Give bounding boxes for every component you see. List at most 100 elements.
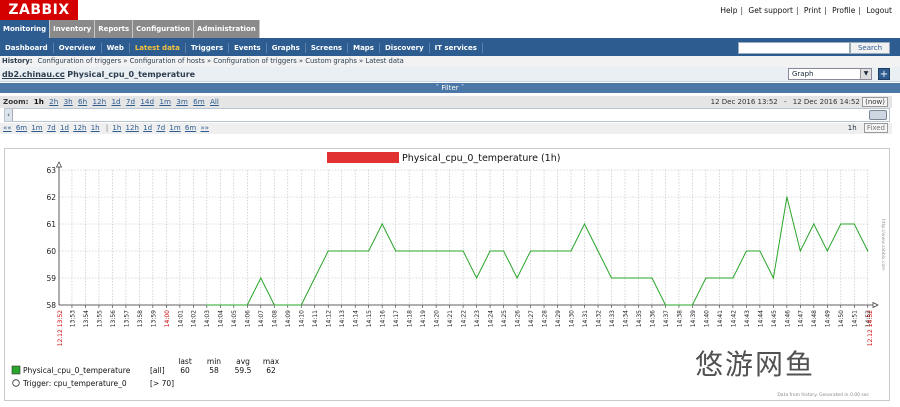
y-tick-label: 63 bbox=[46, 166, 56, 175]
data-point bbox=[341, 250, 343, 252]
data-point bbox=[408, 250, 410, 252]
data-point bbox=[287, 304, 289, 306]
data-point bbox=[691, 304, 694, 306]
x-tick-label: 14:49 bbox=[825, 310, 832, 327]
subnav-graphs[interactable]: Graphs bbox=[267, 43, 306, 53]
x-tick-label: 14:08 bbox=[272, 310, 279, 327]
logout-link[interactable]: Logout bbox=[866, 6, 892, 15]
tab-reports[interactable]: Reports bbox=[95, 20, 134, 39]
zoom-option[interactable]: 6m bbox=[193, 97, 205, 106]
nav-back[interactable]: 12h bbox=[73, 124, 86, 132]
x-tick-label: 14:34 bbox=[622, 310, 629, 327]
zoom-option[interactable]: 3h bbox=[64, 97, 73, 106]
period-navigation: «« 6m 1m 7d 1d 12h 1h | 1h 12h 1d 7d 1m … bbox=[0, 123, 892, 134]
x-tick-label: 14:51 bbox=[852, 310, 859, 327]
data-point bbox=[529, 250, 532, 252]
subnav-maps[interactable]: Maps bbox=[348, 43, 380, 53]
tab-monitoring[interactable]: Monitoring bbox=[0, 20, 51, 39]
get-support-link[interactable]: Get support bbox=[748, 6, 793, 15]
history-item[interactable]: Configuration of hosts bbox=[130, 57, 205, 65]
tab-administration[interactable]: Administration bbox=[194, 20, 260, 39]
print-link[interactable]: Print bbox=[804, 6, 821, 15]
zoom-option[interactable]: 1h bbox=[34, 97, 44, 106]
subnav-web[interactable]: Web bbox=[102, 43, 130, 53]
data-point bbox=[813, 223, 815, 225]
zoom-option[interactable]: 7d bbox=[126, 97, 135, 106]
zoom-option[interactable]: 14d bbox=[140, 97, 154, 106]
legend-item-name: Physical_cpu_0_temperature bbox=[23, 366, 131, 375]
scroll-left-arrow-icon[interactable]: ‹ bbox=[5, 109, 13, 121]
subnav-overview[interactable]: Overview bbox=[54, 43, 102, 53]
subnav-it-services[interactable]: IT services bbox=[430, 43, 483, 53]
subnav-dashboard[interactable]: Dashboard bbox=[0, 43, 54, 53]
series-color-swatch bbox=[11, 365, 21, 375]
nav-forward[interactable]: 12h bbox=[126, 124, 139, 132]
nav-back[interactable]: 1h bbox=[91, 124, 100, 132]
filter-toggle[interactable]: ˇ Filter ˇ bbox=[0, 83, 900, 93]
nav-back[interactable]: 1m bbox=[31, 124, 42, 132]
x-tick-label: 14:22 bbox=[461, 310, 468, 327]
subnav-screens[interactable]: Screens bbox=[306, 43, 349, 53]
tab-inventory[interactable]: Inventory bbox=[50, 20, 96, 39]
nav-forward[interactable]: »» bbox=[200, 124, 209, 132]
history-item[interactable]: Latest data bbox=[365, 57, 403, 65]
y-tick-label: 62 bbox=[46, 193, 56, 202]
zabbix-logo[interactable]: ZABBIX bbox=[0, 0, 78, 20]
nav-forward[interactable]: 7d bbox=[156, 124, 165, 132]
x-tick-label: 14:10 bbox=[299, 310, 306, 327]
timeline-scrollbar[interactable]: ‹ bbox=[4, 108, 890, 122]
now-button[interactable]: (now) bbox=[862, 97, 888, 107]
profile-link[interactable]: Profile bbox=[832, 6, 855, 15]
legend-item-func: [all] bbox=[150, 366, 165, 375]
help-link[interactable]: Help bbox=[720, 6, 737, 15]
zoom-option[interactable]: 12h bbox=[92, 97, 106, 106]
data-point bbox=[651, 277, 653, 279]
chart-legend: Physical_cpu_0_temperature [all] last mi… bbox=[11, 357, 280, 388]
data-point bbox=[489, 250, 491, 252]
nav-back[interactable]: «« bbox=[3, 124, 12, 132]
graph-type-select[interactable]: Graph ▼ bbox=[788, 68, 872, 80]
zoom-option[interactable]: 6h bbox=[78, 97, 87, 106]
site-watermark: 悠游网鱼 bbox=[695, 348, 816, 381]
zoom-option[interactable]: 2h bbox=[49, 97, 58, 106]
period-length: 1h bbox=[847, 124, 857, 132]
nav-back[interactable]: 6m bbox=[16, 124, 27, 132]
legend-col-last: last bbox=[178, 357, 192, 366]
x-tick-label: 14:31 bbox=[582, 310, 589, 327]
history-item[interactable]: Configuration of triggers bbox=[38, 57, 121, 65]
zoom-option[interactable]: 3m bbox=[176, 97, 188, 106]
legend-val-avg: 59.5 bbox=[235, 366, 252, 375]
subnav-events[interactable]: Events bbox=[229, 43, 267, 53]
host-link[interactable]: db2.chinau.cc bbox=[2, 70, 65, 79]
x-tick-label: 14:30 bbox=[568, 310, 575, 327]
search-button[interactable]: Search bbox=[850, 42, 890, 54]
history-item[interactable]: Configuration of triggers bbox=[213, 57, 296, 65]
nav-forward[interactable]: 1m bbox=[169, 124, 180, 132]
x-tick-label: 14:36 bbox=[649, 310, 656, 327]
zoom-option[interactable]: 1m bbox=[159, 97, 171, 106]
nav-back[interactable]: 7d bbox=[47, 124, 56, 132]
data-point bbox=[556, 250, 559, 252]
tab-configuration[interactable]: Configuration bbox=[133, 20, 194, 39]
chevron-down-icon[interactable]: ▼ bbox=[860, 69, 871, 79]
legend-col-min: min bbox=[207, 357, 221, 366]
subnav-discovery[interactable]: Discovery bbox=[380, 43, 430, 53]
subnav-triggers[interactable]: Triggers bbox=[186, 43, 230, 53]
zoom-option[interactable]: All bbox=[210, 97, 219, 106]
nav-forward[interactable]: 6m bbox=[185, 124, 196, 132]
range-from: 12 Dec 2016 13:52 bbox=[710, 98, 778, 106]
subnav-latest-data[interactable]: Latest data bbox=[130, 43, 186, 53]
nav-forward[interactable]: 1d bbox=[143, 124, 152, 132]
x-tick-label: 14:02 bbox=[191, 310, 198, 327]
scroll-thumb[interactable] bbox=[869, 110, 887, 120]
history-item[interactable]: Custom graphs bbox=[305, 57, 357, 65]
x-tick-label: 13:59 bbox=[150, 310, 157, 327]
search-input[interactable] bbox=[738, 42, 850, 54]
fixed-toggle[interactable]: Fixed bbox=[863, 123, 888, 133]
x-tick-label: 14:35 bbox=[636, 310, 643, 327]
nav-forward[interactable]: 1h bbox=[112, 124, 121, 132]
nav-back[interactable]: 1d bbox=[60, 124, 69, 132]
zoom-option[interactable]: 1d bbox=[111, 97, 120, 106]
x-start-label: 12.12 13:52 bbox=[57, 310, 64, 347]
add-to-favourites-button[interactable]: + bbox=[878, 68, 890, 80]
